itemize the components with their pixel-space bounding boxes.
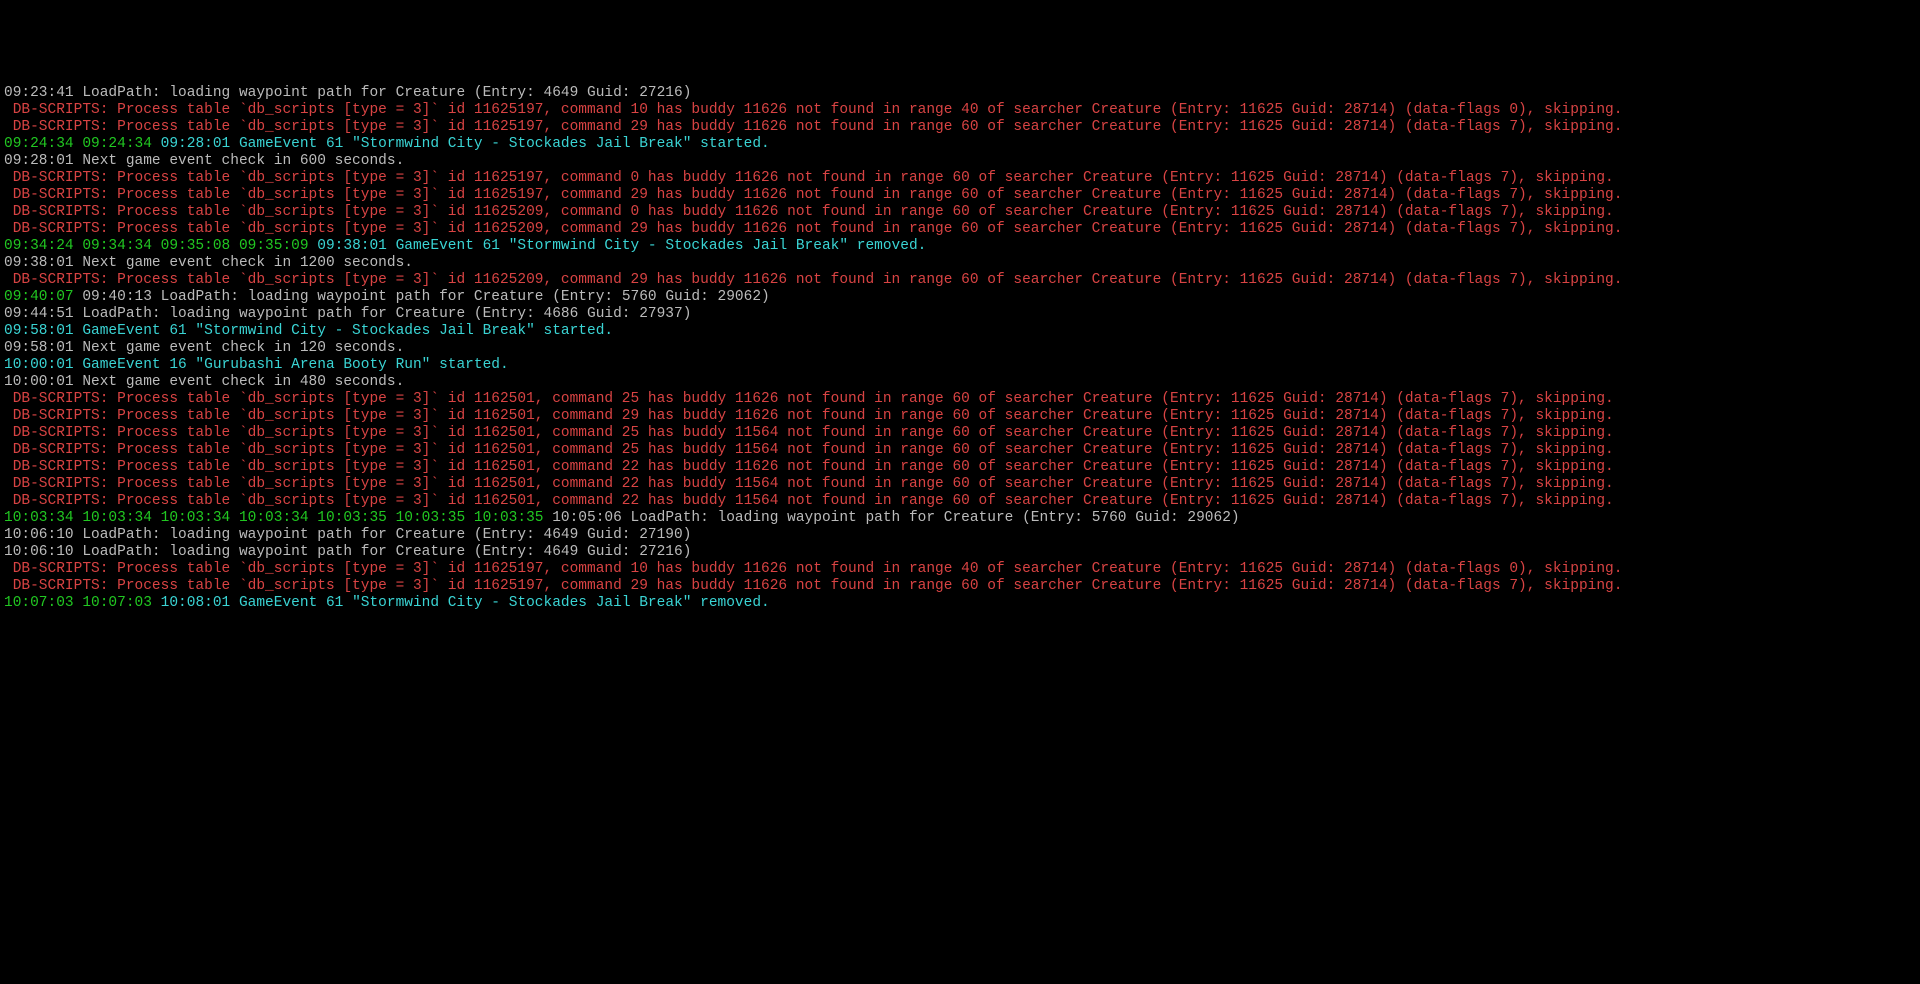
- log-segment: 10:06:10 LoadPath: loading waypoint path…: [4, 544, 691, 560]
- log-segment: 09:44:51 LoadPath: loading waypoint path…: [4, 306, 691, 322]
- log-line: 09:24:34 09:24:34 09:28:01 GameEvent 61 …: [4, 136, 1916, 153]
- log-line: 09:28:01 Next game event check in 600 se…: [4, 153, 1916, 170]
- log-segment: DB-SCRIPTS: Process table `db_scripts [t…: [4, 272, 1622, 288]
- log-segment: DB-SCRIPTS: Process table `db_scripts [t…: [4, 561, 1622, 577]
- log-segment: DB-SCRIPTS: Process table `db_scripts [t…: [4, 476, 1614, 492]
- log-line: 09:40:07 09:40:13 LoadPath: loading wayp…: [4, 289, 1916, 306]
- log-segment: 09:38:01 GameEvent 61 "Stormwind City - …: [317, 238, 926, 254]
- log-segment: DB-SCRIPTS: Process table `db_scripts [t…: [4, 204, 1614, 220]
- log-line: DB-SCRIPTS: Process table `db_scripts [t…: [4, 102, 1916, 119]
- log-line: 10:06:10 LoadPath: loading waypoint path…: [4, 544, 1916, 561]
- log-segment: DB-SCRIPTS: Process table `db_scripts [t…: [4, 425, 1614, 441]
- log-segment: DB-SCRIPTS: Process table `db_scripts [t…: [4, 102, 1622, 118]
- log-segment: 09:23:41 LoadPath: loading waypoint path…: [4, 85, 691, 101]
- log-segment: DB-SCRIPTS: Process table `db_scripts [t…: [4, 119, 1622, 135]
- log-line: 09:44:51 LoadPath: loading waypoint path…: [4, 306, 1916, 323]
- log-line: 10:03:34 10:03:34 10:03:34 10:03:34 10:0…: [4, 510, 1916, 527]
- log-line: DB-SCRIPTS: Process table `db_scripts [t…: [4, 476, 1916, 493]
- log-segment: 09:58:01 GameEvent 61 "Stormwind City - …: [4, 323, 613, 339]
- log-segment: 10:07:03 10:07:03: [4, 595, 161, 611]
- log-segment: DB-SCRIPTS: Process table `db_scripts [t…: [4, 459, 1614, 475]
- log-line: DB-SCRIPTS: Process table `db_scripts [t…: [4, 578, 1916, 595]
- log-segment: 09:40:07: [4, 289, 82, 305]
- log-line: DB-SCRIPTS: Process table `db_scripts [t…: [4, 221, 1916, 238]
- log-segment: 10:06:10 LoadPath: loading waypoint path…: [4, 527, 691, 543]
- log-line: 10:07:03 10:07:03 10:08:01 GameEvent 61 …: [4, 595, 1916, 612]
- log-segment: 09:28:01 Next game event check in 600 se…: [4, 153, 404, 169]
- log-line: 09:58:01 GameEvent 61 "Stormwind City - …: [4, 323, 1916, 340]
- log-line: DB-SCRIPTS: Process table `db_scripts [t…: [4, 425, 1916, 442]
- log-segment: 09:58:01 Next game event check in 120 se…: [4, 340, 404, 356]
- log-line: DB-SCRIPTS: Process table `db_scripts [t…: [4, 272, 1916, 289]
- log-segment: DB-SCRIPTS: Process table `db_scripts [t…: [4, 578, 1622, 594]
- log-segment: 10:00:01 Next game event check in 480 se…: [4, 374, 404, 390]
- log-segment: 09:38:01 Next game event check in 1200 s…: [4, 255, 413, 271]
- log-segment: DB-SCRIPTS: Process table `db_scripts [t…: [4, 493, 1614, 509]
- log-line: 10:00:01 GameEvent 16 "Gurubashi Arena B…: [4, 357, 1916, 374]
- log-segment: 10:08:01 GameEvent 61 "Stormwind City - …: [161, 595, 770, 611]
- log-line: DB-SCRIPTS: Process table `db_scripts [t…: [4, 408, 1916, 425]
- log-line: DB-SCRIPTS: Process table `db_scripts [t…: [4, 561, 1916, 578]
- log-line: DB-SCRIPTS: Process table `db_scripts [t…: [4, 187, 1916, 204]
- log-segment: 10:00:01 GameEvent 16 "Gurubashi Arena B…: [4, 357, 509, 373]
- log-line: DB-SCRIPTS: Process table `db_scripts [t…: [4, 493, 1916, 510]
- log-line: DB-SCRIPTS: Process table `db_scripts [t…: [4, 170, 1916, 187]
- log-line: DB-SCRIPTS: Process table `db_scripts [t…: [4, 204, 1916, 221]
- log-line: 09:23:41 LoadPath: loading waypoint path…: [4, 85, 1916, 102]
- log-line: 09:38:01 Next game event check in 1200 s…: [4, 255, 1916, 272]
- log-line: 10:06:10 LoadPath: loading waypoint path…: [4, 527, 1916, 544]
- log-segment: 09:24:34 09:24:34: [4, 136, 161, 152]
- log-segment: DB-SCRIPTS: Process table `db_scripts [t…: [4, 170, 1614, 186]
- log-line: DB-SCRIPTS: Process table `db_scripts [t…: [4, 459, 1916, 476]
- log-segment: DB-SCRIPTS: Process table `db_scripts [t…: [4, 221, 1622, 237]
- log-segment: 10:05:06 LoadPath: loading waypoint path…: [552, 510, 1239, 526]
- log-segment: 09:34:24 09:34:34 09:35:08 09:35:09: [4, 238, 317, 254]
- log-line: DB-SCRIPTS: Process table `db_scripts [t…: [4, 442, 1916, 459]
- log-segment: 09:40:13 LoadPath: loading waypoint path…: [82, 289, 769, 305]
- terminal-log[interactable]: 09:23:41 LoadPath: loading waypoint path…: [0, 85, 1920, 612]
- log-line: DB-SCRIPTS: Process table `db_scripts [t…: [4, 391, 1916, 408]
- log-line: 09:58:01 Next game event check in 120 se…: [4, 340, 1916, 357]
- log-line: 10:00:01 Next game event check in 480 se…: [4, 374, 1916, 391]
- log-segment: DB-SCRIPTS: Process table `db_scripts [t…: [4, 187, 1622, 203]
- log-segment: DB-SCRIPTS: Process table `db_scripts [t…: [4, 391, 1614, 407]
- log-segment: DB-SCRIPTS: Process table `db_scripts [t…: [4, 442, 1614, 458]
- log-line: DB-SCRIPTS: Process table `db_scripts [t…: [4, 119, 1916, 136]
- log-segment: 10:03:34 10:03:34 10:03:34 10:03:34 10:0…: [4, 510, 552, 526]
- log-line: 09:34:24 09:34:34 09:35:08 09:35:09 09:3…: [4, 238, 1916, 255]
- log-segment: 09:28:01 GameEvent 61 "Stormwind City - …: [161, 136, 770, 152]
- log-segment: DB-SCRIPTS: Process table `db_scripts [t…: [4, 408, 1614, 424]
